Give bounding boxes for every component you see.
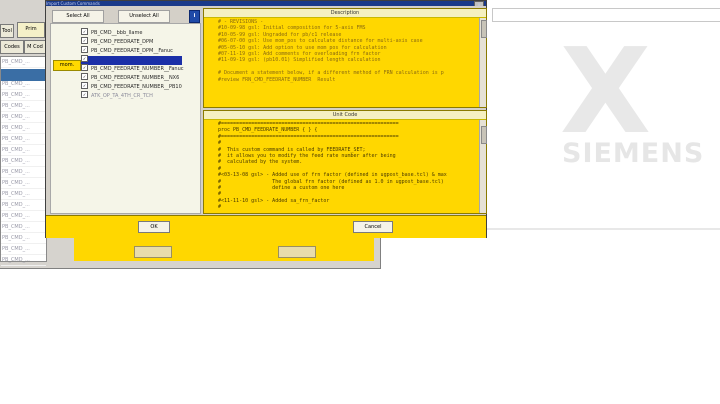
tree-item[interactable]: ✓ PB_CMD_FEEDRATE_DPM__Fanuc	[81, 46, 173, 56]
tree-item-label: PB_CMD_FEEDRATE_NUMBER__Fanuc	[91, 66, 184, 72]
tree-item-label: PB_CMD_FEEDRATE_DPM	[91, 39, 154, 45]
list-item[interactable]: PB_CMD_...	[1, 211, 46, 222]
description-panel: Description # - REVISIONS - #10-09-98 gs…	[203, 8, 487, 108]
list-item[interactable]: PB_CMD_...	[1, 233, 46, 244]
toolbar-button[interactable]: Tool	[0, 24, 14, 38]
list-item[interactable]: PB_CMD_...	[1, 167, 46, 178]
tree-item[interactable]: ✓ PB_CMD__bbb_llame	[81, 28, 143, 38]
list-item[interactable]: PB_CMD_...	[1, 134, 46, 145]
list-item[interactable]: PB_CMD_...	[1, 57, 46, 68]
m-codes-tab[interactable]: M Cod	[24, 40, 46, 54]
ok-button[interactable]: OK	[138, 221, 170, 233]
list-item[interactable]: PB_CMD_...	[1, 255, 46, 266]
checkbox[interactable]: ✓	[81, 28, 88, 35]
checkbox[interactable]: ✓	[81, 64, 88, 71]
scrollbar-thumb[interactable]	[481, 20, 487, 38]
tree-item[interactable]: ✓ PB_CMD_FEEDRATE_NUMBER__Fanuc	[81, 64, 184, 74]
background-divider	[486, 228, 720, 230]
checkbox[interactable]: ✓	[81, 37, 88, 44]
checkbox[interactable]: ✓	[81, 73, 88, 80]
checkbox[interactable]: ✓	[81, 46, 88, 53]
scrollbar-thumb[interactable]	[481, 126, 487, 144]
tree-item-label: PB_CMD_FEEDRATE_NUMBER__PB10	[91, 84, 182, 90]
description-scrollbar[interactable]	[479, 18, 487, 107]
tree-item[interactable]: ✓ PB_CMD_FEEDRATE_DPM	[81, 37, 154, 47]
list-item[interactable]: PB_CMD_...	[1, 112, 46, 123]
description-panel-title: Description	[204, 9, 486, 18]
custom-command-list[interactable]: PB_CMD_... PB_CMD_... PB_CMD_... PB_CMD_...…	[0, 56, 47, 266]
dialog-title: Import Custom Commands	[46, 1, 100, 6]
list-item[interactable]: PB_CMD_...	[1, 222, 46, 233]
prim-button[interactable]: Prim	[17, 22, 45, 38]
tree-item-label: PB_CMD__bbb_llame	[91, 30, 143, 36]
background-button-left[interactable]	[134, 246, 172, 258]
command-tree[interactable]: mom. ✓ PB_CMD__bbb_llame ✓ PB_CMD_FEEDRATE_…	[50, 23, 201, 214]
list-item[interactable]: PB_CMD_...	[1, 178, 46, 189]
list-item[interactable]: PB_CMD_...	[1, 101, 46, 112]
unit-code-panel-title: Unit Code	[204, 111, 486, 120]
selected-row[interactable]	[1, 69, 46, 81]
select-all-button[interactable]: Select All	[52, 10, 104, 23]
tree-item[interactable]: ✓ ATK_OP_TA_4TH_CR_TCH	[81, 91, 153, 101]
list-item[interactable]: PB_CMD_...	[1, 156, 46, 167]
codes-tab[interactable]: Codes	[0, 40, 24, 54]
background-button-bar	[74, 237, 374, 261]
checkbox[interactable]: ✓	[81, 91, 88, 98]
info-icon[interactable]: i	[189, 10, 200, 23]
list-item[interactable]: PB_CMD_...	[1, 123, 46, 134]
tree-root-node[interactable]: mom.	[53, 60, 81, 71]
cancel-button[interactable]: Cancel	[353, 221, 393, 233]
dialog-title-bar[interactable]: Import Custom Commands x	[46, 1, 486, 6]
unit-code-scrollbar[interactable]	[479, 120, 487, 213]
tree-item-label: PB_CMD_FEEDRATE_DPM__Fanuc	[91, 48, 173, 54]
close-icon[interactable]: x	[474, 1, 484, 6]
list-item[interactable]: PB_CMD_...	[1, 200, 46, 211]
command-selection-pane: Select All Unselect All i mom. ✓ PB_CMD__…	[50, 8, 201, 214]
list-item[interactable]: PB_CMD_...	[1, 145, 46, 156]
list-item[interactable]: PB_CMD_...	[1, 90, 46, 101]
preview-pane: Description # - REVISIONS - #10-09-98 gs…	[203, 8, 487, 214]
list-item[interactable]: PB_CMD_...	[1, 189, 46, 200]
checkbox[interactable]: ✓	[81, 82, 88, 89]
tree-item[interactable]: ✓	[81, 55, 182, 65]
checkbox[interactable]: ✓	[81, 55, 88, 62]
tree-item-label: PB_CMD_FEEDRATE_NUMBER__NX6	[91, 75, 180, 81]
unselect-all-button[interactable]: Unselect All	[118, 10, 170, 23]
tree-item[interactable]: ✓ PB_CMD_FEEDRATE_NUMBER__PB10	[81, 82, 182, 92]
background-button-right[interactable]	[278, 246, 316, 258]
watermark-brand: SIEMENS	[562, 138, 705, 169]
description-text[interactable]: # - REVISIONS - #10-09-98 gsl: Initial c…	[204, 18, 479, 107]
dialog-button-bar: OK Cancel	[46, 215, 486, 238]
background-input-box[interactable]	[492, 8, 720, 22]
list-item[interactable]: PB_CMD_...	[1, 244, 46, 255]
tree-item[interactable]: ✓ PB_CMD_FEEDRATE_NUMBER__NX6	[81, 73, 180, 83]
unit-code-panel: Unit Code #=============================…	[203, 110, 487, 214]
import-custom-commands-dialog: Import Custom Commands x Select All Unse…	[45, 0, 487, 238]
unit-code-text[interactable]: #=======================================…	[204, 120, 479, 213]
tree-item-label: ATK_OP_TA_4TH_CR_TCH	[91, 93, 153, 99]
